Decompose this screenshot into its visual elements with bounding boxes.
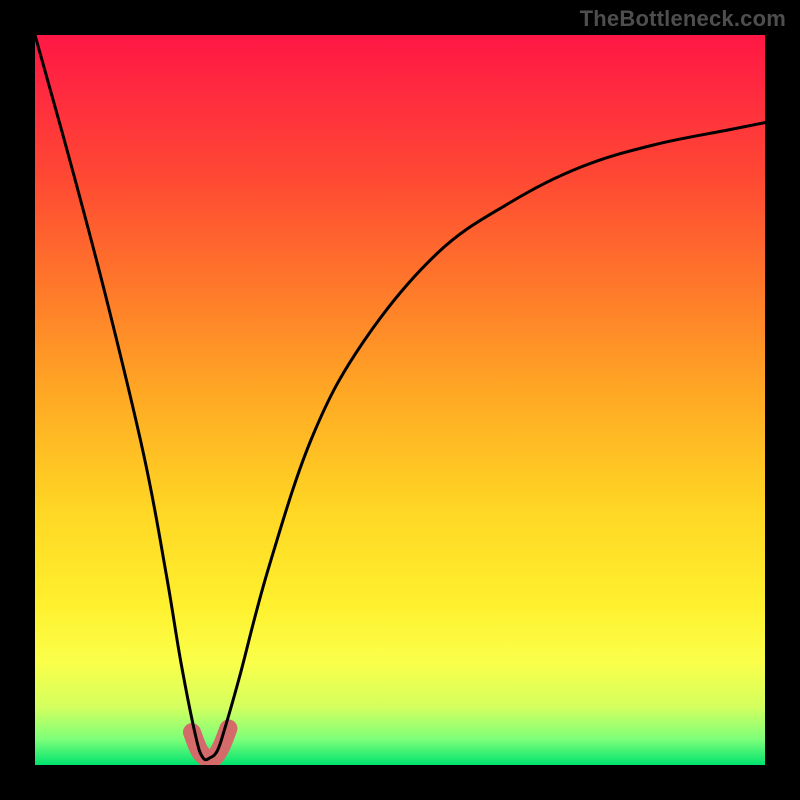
bottleneck-curve — [35, 35, 765, 760]
curve-layer — [35, 35, 765, 765]
watermark-text: TheBottleneck.com — [580, 6, 786, 32]
plot-area — [35, 35, 765, 765]
chart-frame: TheBottleneck.com — [0, 0, 800, 800]
